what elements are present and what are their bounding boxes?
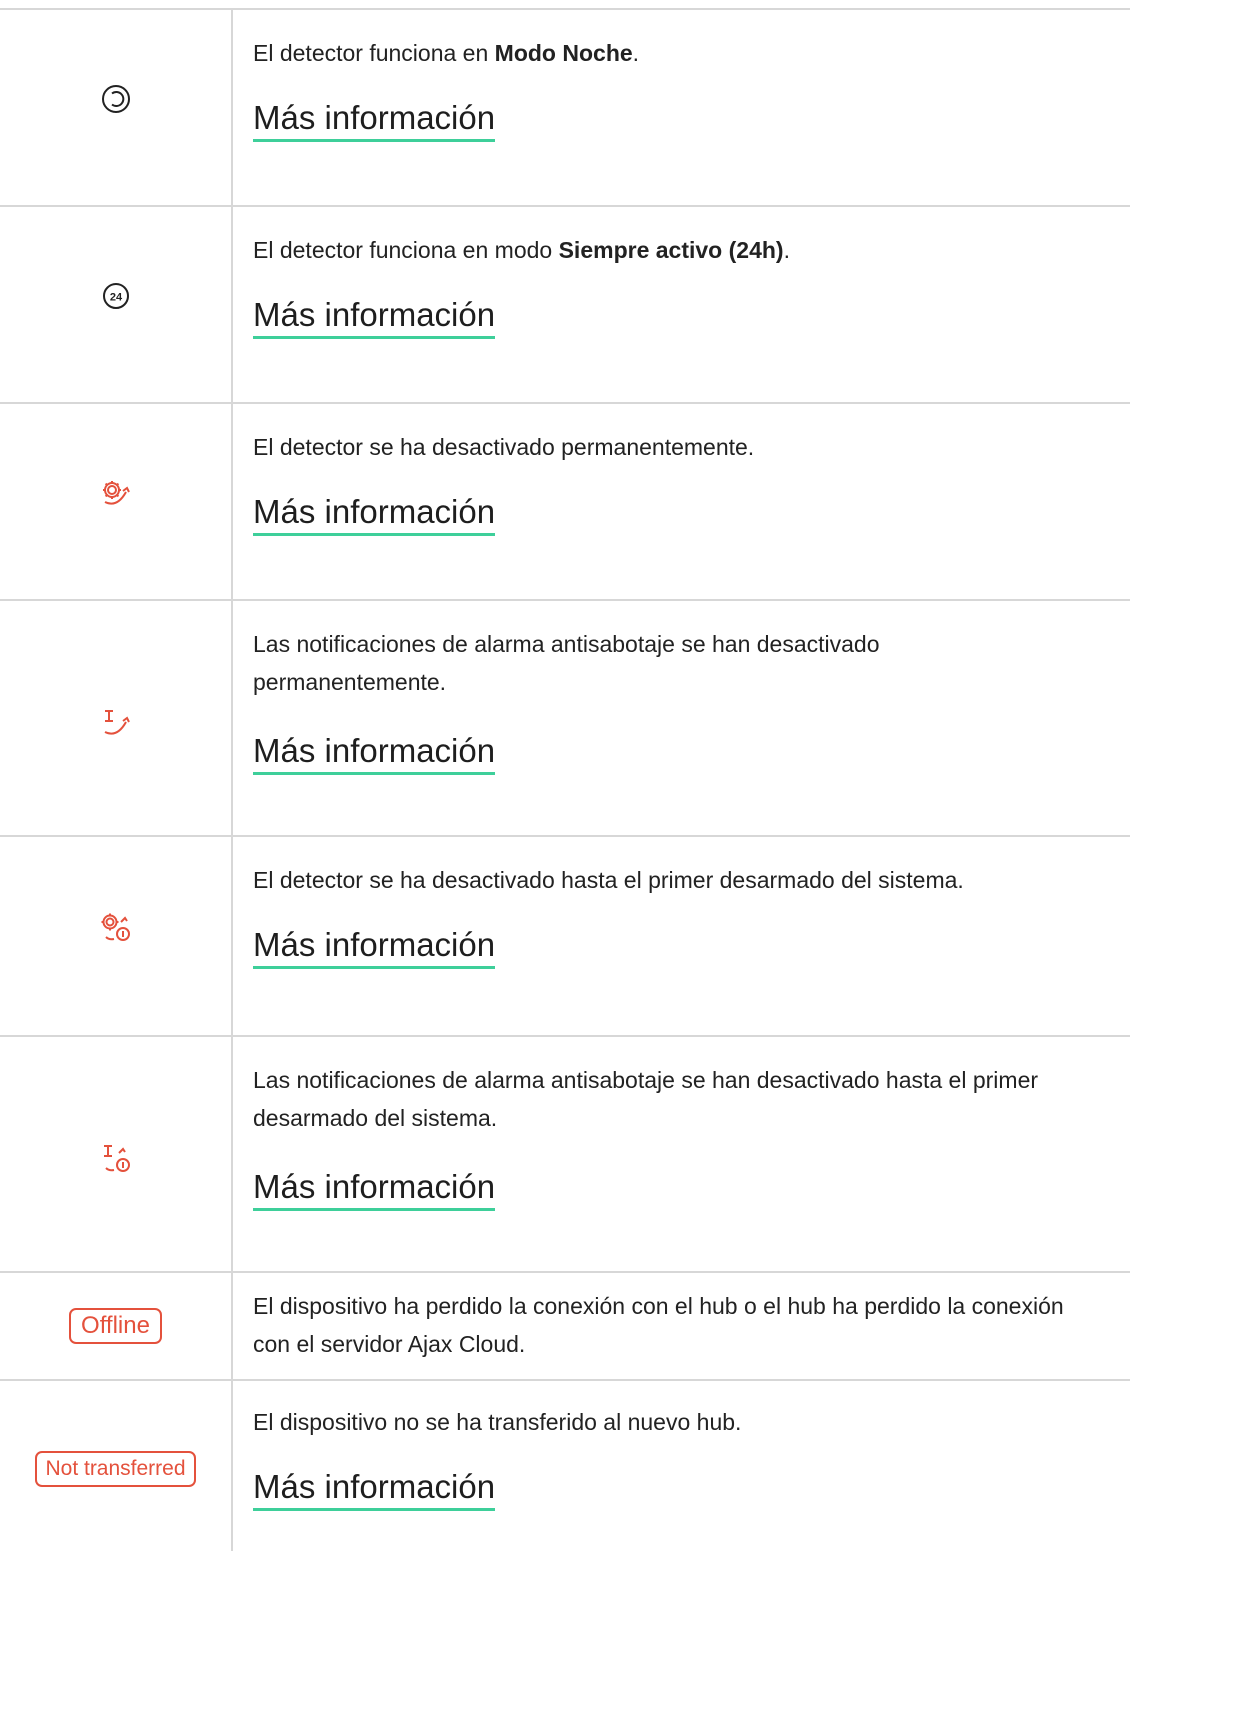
table-row: Not transferred El dispositivo no se ha … <box>0 1381 1130 1551</box>
icon-cell <box>0 404 233 599</box>
more-info-link[interactable]: Más información <box>253 98 496 142</box>
text-cell: El detector se ha desactivado hasta el p… <box>233 837 1130 1035</box>
table-row: Las notificaciones de alarma antisabotaj… <box>0 601 1130 837</box>
text-cell: El dispositivo ha perdido la conexión co… <box>233 1273 1130 1379</box>
not-transferred-badge: Not transferred <box>35 1451 196 1487</box>
table-row: El detector funciona en Modo Noche. Más … <box>0 10 1130 207</box>
more-info-link[interactable]: Más información <box>253 925 496 969</box>
more-info-link[interactable]: Más información <box>253 731 496 775</box>
row-description: El detector se ha desactivado hasta el p… <box>253 867 964 893</box>
table-row: 24 El detector funciona en modo Siempre … <box>0 207 1130 404</box>
table-row: Las notificaciones de alarma antisabotaj… <box>0 1037 1130 1273</box>
more-info-link[interactable]: Más información <box>253 295 496 339</box>
always-active-24h-icon: 24 <box>102 282 130 310</box>
svg-text:24: 24 <box>109 291 122 303</box>
icon-cell <box>0 837 233 1035</box>
detector-disabled-permanently-icon <box>99 478 133 508</box>
table-row: Offline El dispositivo ha perdido la con… <box>0 1273 1130 1381</box>
row-description: Las notificaciones de alarma antisabotaj… <box>253 1067 1039 1131</box>
night-mode-icon <box>100 83 132 115</box>
row-description: El dispositivo no se ha transferido al n… <box>253 1409 742 1435</box>
row-description: El detector funciona en modo Siempre act… <box>253 237 790 263</box>
text-cell: Las notificaciones de alarma antisabotaj… <box>233 601 1130 835</box>
detector-disabled-until-disarm-icon <box>99 912 133 944</box>
status-icons-table: El detector funciona en Modo Noche. Más … <box>0 8 1130 1551</box>
text-cell: Las notificaciones de alarma antisabotaj… <box>233 1037 1130 1271</box>
table-row: El detector se ha desactivado hasta el p… <box>0 837 1130 1037</box>
icon-cell: Not transferred <box>0 1381 233 1551</box>
offline-badge: Offline <box>69 1308 162 1344</box>
table-row: El detector se ha desactivado permanente… <box>0 404 1130 601</box>
text-cell: El detector funciona en Modo Noche. Más … <box>233 10 1130 205</box>
row-description: El detector se ha desactivado permanente… <box>253 434 755 460</box>
icon-cell: 24 <box>0 207 233 402</box>
text-cell: El detector se ha desactivado permanente… <box>233 404 1130 599</box>
row-description: El dispositivo ha perdido la conexión co… <box>253 1293 1064 1357</box>
icon-cell: Offline <box>0 1273 233 1379</box>
icon-cell <box>0 601 233 835</box>
text-cell: El dispositivo no se ha transferido al n… <box>233 1381 1130 1551</box>
tamper-notifications-disabled-until-disarm-icon <box>99 1143 133 1175</box>
icon-cell <box>0 1037 233 1271</box>
more-info-link[interactable]: Más información <box>253 492 496 536</box>
tamper-notifications-disabled-permanently-icon <box>99 708 133 738</box>
row-description: El detector funciona en Modo Noche. <box>253 40 640 66</box>
more-info-link[interactable]: Más información <box>253 1167 496 1211</box>
text-cell: El detector funciona en modo Siempre act… <box>233 207 1130 402</box>
more-info-link[interactable]: Más información <box>253 1467 496 1511</box>
row-description: Las notificaciones de alarma antisabotaj… <box>253 631 880 695</box>
icon-cell <box>0 10 233 205</box>
